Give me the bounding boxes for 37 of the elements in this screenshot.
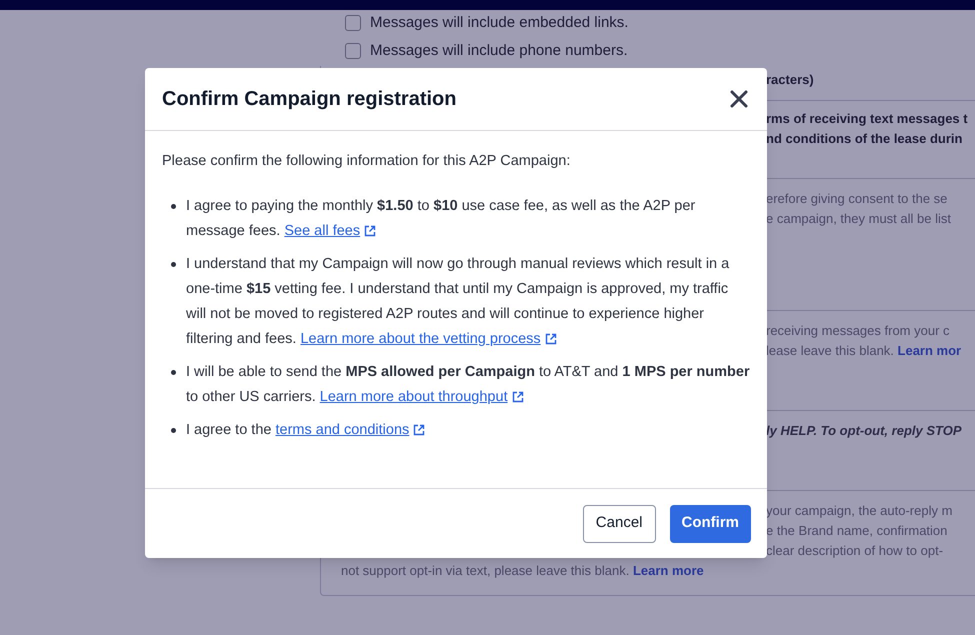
intro-text: Please confirm the following information for this A2P Campaign: bbox=[162, 152, 572, 171]
agreement-text: I agree to paying the monthly $1.50 to $10 use case fee, as well as the A2P per message fees. See all fees bbox=[186, 198, 696, 239]
external-link-icon bbox=[512, 391, 524, 403]
checkbox[interactable] bbox=[345, 43, 361, 59]
dialog-title: Confirm Campaign registration bbox=[162, 87, 456, 112]
learn-more-link[interactable]: Learn more bbox=[632, 563, 704, 578]
agreement-text: I will be able to send the MPS allowed per Campaign to AT&T and 1 MPS per number to other US carriers. Learn more about throughput bbox=[186, 364, 750, 405]
form-text: racters) bbox=[766, 72, 814, 87]
form-text: receiving messages from your c bbox=[766, 323, 950, 338]
form-text: clear description of how to opt- bbox=[766, 543, 944, 558]
checkbox[interactable] bbox=[345, 15, 361, 31]
info-link[interactable]: terms and conditions bbox=[275, 422, 410, 438]
external-link-icon bbox=[544, 333, 557, 345]
checkbox-label: Messages will include phone numbers. bbox=[370, 40, 628, 61]
info-link[interactable]: Learn more about the vetting process bbox=[300, 331, 541, 347]
cancel-button[interactable]: Cancel bbox=[582, 504, 656, 542]
form-text: not support opt-in via text, please leave this blank. bbox=[341, 563, 630, 578]
bullet-icon bbox=[171, 370, 176, 375]
bullet-icon bbox=[171, 428, 176, 433]
close-icon[interactable] bbox=[728, 88, 750, 110]
info-link[interactable]: Learn more about throughput bbox=[320, 389, 508, 405]
agreement-text: I agree to the terms and conditions bbox=[186, 422, 426, 438]
form-text: ly HELP. To opt-out, reply STOP bbox=[766, 423, 962, 438]
form-text: rms of receiving text messages t bbox=[766, 111, 968, 126]
form-text: nd conditions of the lease durin bbox=[766, 131, 962, 146]
bullet-icon bbox=[171, 262, 176, 267]
checkbox-label: Messages will include embedded links. bbox=[370, 12, 628, 33]
bullet-icon bbox=[171, 204, 176, 209]
external-link-icon bbox=[364, 225, 376, 237]
form-text: erefore giving consent to the se bbox=[766, 191, 948, 206]
external-link-icon bbox=[413, 424, 426, 436]
agreement-text: I understand that my Campaign will now go through manual reviews which result in a one-time $15 vetting fee. I understand that until my Campaign is approved, my traffic will not be moved to registered A2P routes and will continue to experience higher filtering and fees. Learn more about the vetting process bbox=[186, 256, 730, 347]
info-link[interactable]: See all fees bbox=[284, 223, 360, 239]
learn-more-link[interactable]: Learn mor bbox=[898, 343, 962, 358]
form-text: your campaign, the auto-reply m bbox=[766, 503, 952, 518]
confirm-button[interactable]: Confirm bbox=[670, 504, 751, 542]
form-text: lease leave this blank. bbox=[766, 343, 895, 358]
